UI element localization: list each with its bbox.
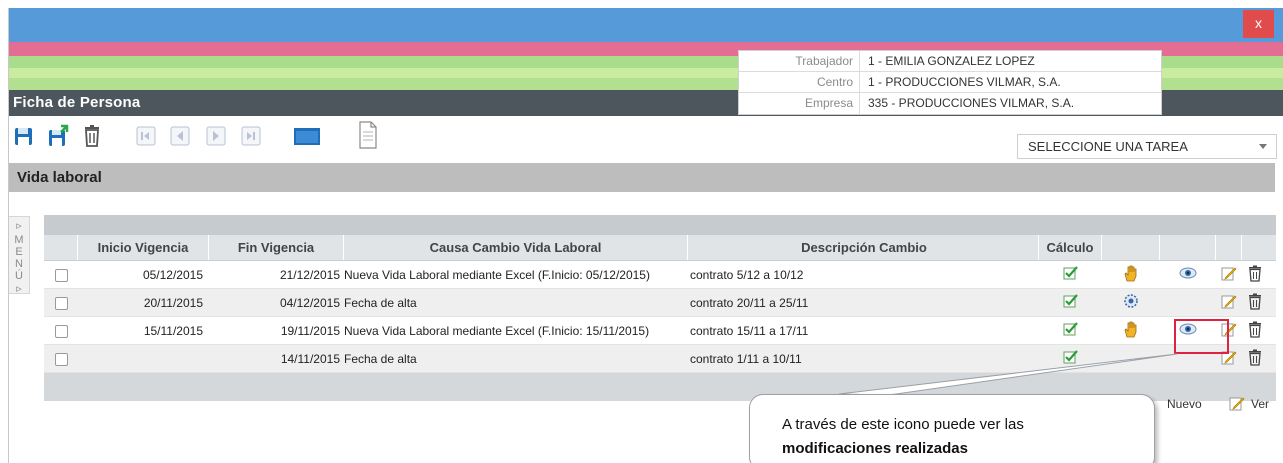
row-checkbox[interactable]: [54, 352, 68, 366]
column-header: [1216, 235, 1242, 260]
person-info-table: Trabajador 1 - EMILIA GONZALEZ LOPEZ Cen…: [738, 50, 1162, 115]
side-menu-label: MENÚ: [14, 234, 24, 282]
cell-causa: Nueva Vida Laboral mediante Excel (F.Ini…: [344, 323, 650, 338]
edit-icon[interactable]: [1221, 265, 1237, 281]
column-header: [1242, 235, 1268, 260]
window-icon[interactable]: [292, 124, 322, 148]
section-title: Vida laboral: [17, 169, 102, 186]
column-header: [1102, 235, 1160, 260]
table-row[interactable]: 20/11/2015 04/12/2015 Fecha de alta cont…: [44, 289, 1276, 317]
info-row-empresa: Empresa 335 - PRODUCCIONES VILMAR, S.A.: [739, 93, 1161, 114]
cell-fin: 04/12/2015: [279, 295, 340, 310]
column-header: [44, 235, 78, 260]
cell-inicio: 20/11/2015: [143, 295, 203, 310]
side-menu-tab[interactable]: ▹ MENÚ ▹: [9, 216, 30, 295]
next-record-icon[interactable]: [205, 124, 227, 148]
first-record-icon[interactable]: [135, 124, 157, 148]
trash-icon[interactable]: [1248, 265, 1262, 282]
trash-icon[interactable]: [1248, 293, 1262, 310]
info-row-centro: Centro 1 - PRODUCCIONES VILMAR, S.A.: [739, 72, 1161, 93]
info-row-trabajador: Trabajador 1 - EMILIA GONZALEZ LOPEZ: [739, 51, 1161, 72]
prev-record-icon[interactable]: [169, 124, 191, 148]
check-icon: [1063, 294, 1078, 308]
row-checkbox[interactable]: [54, 324, 68, 338]
document-icon[interactable]: [356, 120, 380, 150]
info-value: 1 - EMILIA GONZALEZ LOPEZ: [868, 54, 1035, 68]
trash-icon[interactable]: [1248, 349, 1262, 366]
cell-inicio: 15/11/2015: [143, 323, 203, 338]
app-window: x Ficha de Persona Trabajador 1 - EMILIA…: [8, 8, 1283, 463]
column-header-calculo[interactable]: Cálculo: [1039, 235, 1102, 260]
trash-icon[interactable]: [1248, 321, 1262, 338]
column-header-fin[interactable]: Fin Vigencia: [209, 235, 344, 260]
trash-icon[interactable]: [81, 124, 103, 148]
cell-causa: Fecha de alta: [344, 295, 417, 310]
chevron-right-icon: ▹: [16, 283, 22, 295]
column-header-inicio[interactable]: Inicio Vigencia: [78, 235, 209, 260]
grid-toolbar: [44, 215, 1276, 235]
info-label: Centro: [739, 72, 860, 92]
chevron-right-icon: ▹: [16, 220, 22, 232]
cell-causa: Fecha de alta: [344, 351, 417, 366]
check-icon: [1063, 322, 1078, 336]
tooltip-callout: A través de este icono puede ver las mod…: [749, 394, 1155, 463]
table-row[interactable]: 15/11/2015 19/11/2015 Nueva Vida Laboral…: [44, 317, 1276, 345]
save-new-icon[interactable]: [47, 124, 69, 148]
section-header: Vida laboral: [9, 163, 1275, 192]
toolbar: SELECCIONE UNA TAREA: [9, 118, 1283, 162]
info-value: 1 - PRODUCCIONES VILMAR, S.A.: [868, 75, 1061, 89]
cell-fin: 21/12/2015: [279, 267, 340, 282]
check-icon: [1063, 266, 1078, 280]
cell-fin: 19/11/2015: [280, 323, 340, 338]
callout-text: A través de este icono puede ver las: [782, 416, 1024, 433]
hand-icon[interactable]: [1123, 264, 1139, 282]
chevron-down-icon: [1259, 144, 1267, 149]
eye-icon[interactable]: [1179, 267, 1197, 279]
grid-header: Inicio Vigencia Fin Vigencia Causa Cambi…: [44, 235, 1276, 261]
view-button[interactable]: Ver: [1251, 397, 1269, 411]
task-select-value: SELECCIONE UNA TAREA: [1028, 139, 1188, 154]
table-row[interactable]: 05/12/2015 21/12/2015 Nueva Vida Laboral…: [44, 261, 1276, 289]
cell-causa: Nueva Vida Laboral mediante Excel (F.Ini…: [344, 267, 650, 282]
column-header-causa[interactable]: Causa Cambio Vida Laboral: [344, 235, 688, 260]
cell-descripcion: contrato 20/11 a 25/11: [690, 295, 809, 310]
row-checkbox[interactable]: [54, 268, 68, 282]
edit-icon[interactable]: [1221, 293, 1237, 309]
column-header: [1160, 235, 1216, 260]
cell-inicio: 05/12/2015: [142, 267, 203, 282]
header-blue-band: [9, 8, 1283, 42]
last-record-icon[interactable]: [240, 124, 262, 148]
column-header-descripcion[interactable]: Descripción Cambio: [688, 235, 1039, 260]
save-icon[interactable]: [13, 124, 35, 148]
hand-icon[interactable]: [1123, 320, 1139, 338]
info-value: 335 - PRODUCCIONES VILMAR, S.A.: [868, 96, 1075, 110]
gear-icon[interactable]: [1123, 293, 1139, 309]
cell-descripcion: contrato 15/11 a 17/11: [690, 323, 809, 338]
row-checkbox[interactable]: [54, 296, 68, 310]
info-label: Trabajador: [739, 51, 860, 71]
cell-descripcion: contrato 5/12 a 10/12: [690, 267, 804, 282]
edit-icon: [1229, 397, 1245, 411]
page-title: Ficha de Persona: [13, 94, 141, 111]
info-label: Empresa: [739, 93, 860, 114]
callout-bold-text: modificaciones realizadas: [782, 440, 968, 457]
task-select[interactable]: SELECCIONE UNA TAREA: [1017, 134, 1277, 159]
cell-fin: 14/11/2015: [280, 351, 340, 366]
close-button[interactable]: x: [1243, 10, 1274, 38]
